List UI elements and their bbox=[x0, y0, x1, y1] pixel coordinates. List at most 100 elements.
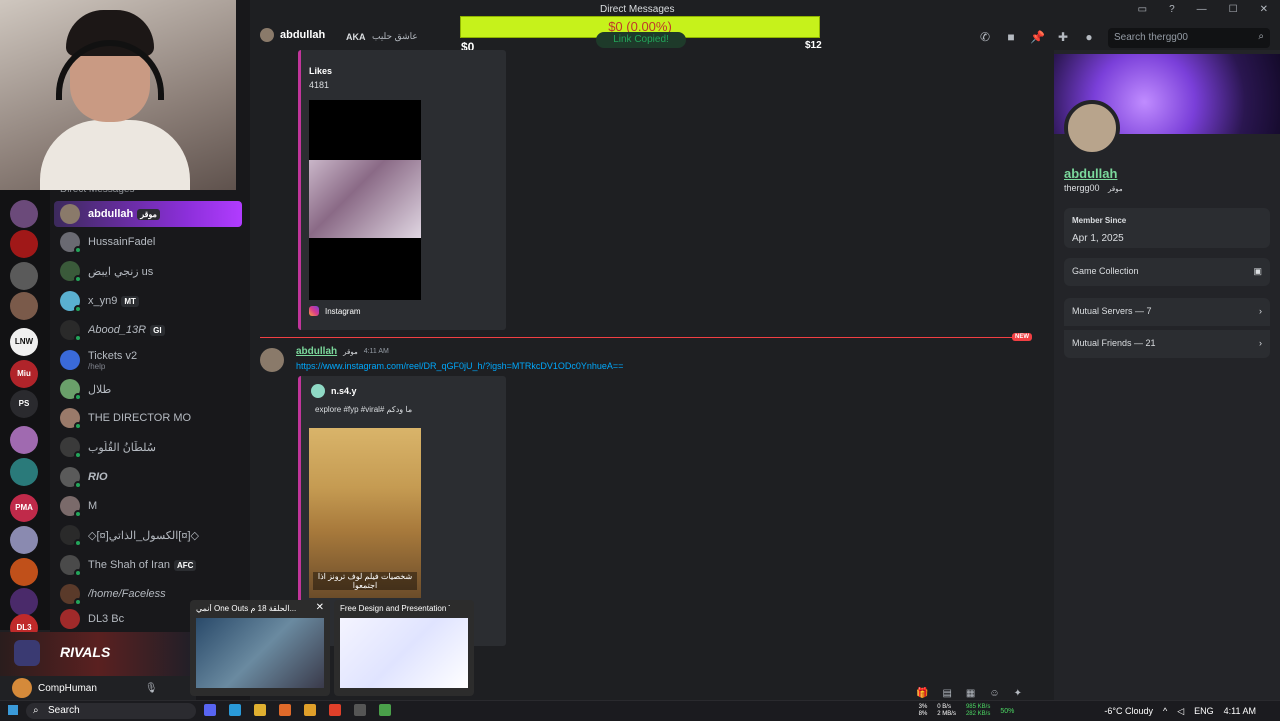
close-button[interactable]: ✕ bbox=[1260, 4, 1268, 20]
game-icon: ▣ bbox=[1253, 266, 1262, 276]
server-icon[interactable] bbox=[10, 558, 38, 586]
add-friends-icon[interactable]: ✚ bbox=[1056, 30, 1070, 44]
dm-item[interactable]: ◇[¤]الكسول_الذاتي[¤]◇ bbox=[54, 522, 242, 548]
brave-icon[interactable] bbox=[329, 704, 341, 716]
dm-item[interactable]: سُلطَانُ القُلُوب bbox=[54, 434, 242, 460]
minimize-button[interactable]: — bbox=[1197, 4, 1207, 20]
aka-name: عاشق حليب bbox=[372, 31, 418, 41]
app-icon[interactable] bbox=[354, 704, 366, 716]
clock[interactable]: 4:11 AM bbox=[1224, 706, 1256, 716]
dm-item[interactable]: M bbox=[54, 493, 242, 519]
avatar bbox=[60, 379, 82, 401]
pin-icon[interactable]: 📌 bbox=[1030, 30, 1045, 44]
firefox-icon[interactable] bbox=[279, 704, 291, 716]
discord-icon[interactable] bbox=[204, 704, 216, 716]
discord-app: Direct Messages ▭ ? — ☐ ✕ LNW Miu PS PMA… bbox=[0, 0, 1280, 700]
video-thumbnail[interactable] bbox=[309, 100, 421, 300]
taskbar-preview[interactable]: أنمي One Outs الحلقة 18 م... ✕ bbox=[190, 600, 330, 696]
avatar bbox=[60, 496, 82, 518]
game-collection-card[interactable]: Game Collection ▣ bbox=[1064, 258, 1270, 286]
message-time: 4:11 AM bbox=[363, 348, 389, 355]
avatar bbox=[60, 261, 82, 283]
dm-item[interactable]: RIO bbox=[54, 464, 242, 490]
server-icon[interactable]: LNW bbox=[10, 328, 38, 356]
webcam-overlay bbox=[0, 0, 236, 190]
video-thumbnail[interactable]: شخصيات فيلم لوف ترونز اذا اجتمعوا bbox=[309, 428, 421, 598]
mutual-friends-row[interactable]: Mutual Friends — 21 › bbox=[1064, 330, 1270, 358]
user-panel: CompHuman 🎙 bbox=[0, 676, 196, 700]
folder-icon[interactable] bbox=[254, 704, 266, 716]
mutual-servers-row[interactable]: Mutual Servers — 7 › bbox=[1064, 298, 1270, 326]
message-link[interactable]: https://www.instagram.com/reel/DR_qGF0jU… bbox=[296, 361, 623, 371]
dm-item[interactable]: طلال bbox=[54, 376, 242, 402]
windows-taskbar: ⌕ Search 3% 8% 0 B/s 2 MB/s 985 KB/s 282 KB/… bbox=[0, 700, 1280, 720]
maximize-button[interactable]: ☐ bbox=[1229, 4, 1238, 20]
microphone-icon[interactable]: 🎙 bbox=[145, 683, 158, 694]
help-icon[interactable]: ? bbox=[1169, 4, 1175, 20]
avatar bbox=[60, 525, 82, 547]
chevron-up-icon[interactable]: ^ bbox=[1163, 706, 1167, 716]
taskbar-search[interactable]: ⌕ Search bbox=[26, 703, 196, 719]
avatar[interactable] bbox=[260, 348, 284, 372]
member-since-card: Member Since Apr 1, 2025 bbox=[1064, 208, 1270, 248]
search-input[interactable]: Search thergg00 ⌕ bbox=[1108, 28, 1270, 48]
server-icon[interactable] bbox=[10, 588, 38, 616]
server-icon[interactable]: PS bbox=[10, 390, 38, 418]
avatar bbox=[60, 204, 80, 224]
sticker-icon[interactable]: ▦ bbox=[966, 688, 975, 699]
apps-icon[interactable]: ✦ bbox=[1014, 688, 1022, 699]
topbar-user[interactable]: abdullah bbox=[260, 28, 325, 42]
volume-icon[interactable]: ◁ bbox=[1177, 706, 1184, 717]
app-icon[interactable] bbox=[379, 704, 391, 716]
profile-toggle-icon[interactable]: ● bbox=[1082, 30, 1096, 44]
dm-item[interactable]: Abood_13R GI bbox=[54, 317, 242, 343]
gif-icon[interactable]: ▤ bbox=[942, 688, 951, 699]
new-badge: NEW bbox=[1012, 333, 1032, 341]
dm-item[interactable]: Tickets v2/help bbox=[54, 346, 242, 374]
server-icon[interactable] bbox=[10, 458, 38, 486]
avatar bbox=[60, 609, 80, 629]
close-icon[interactable]: ✕ bbox=[316, 602, 324, 613]
app-icon[interactable] bbox=[229, 704, 241, 716]
window-controls: ▭ ? — ☐ ✕ bbox=[1138, 0, 1280, 20]
dm-item[interactable]: abdullah موقر bbox=[54, 201, 242, 227]
activity-banner[interactable]: RIVALS bbox=[0, 632, 196, 676]
server-icon[interactable] bbox=[10, 230, 38, 258]
server-icon[interactable] bbox=[10, 292, 38, 320]
avatar bbox=[60, 437, 82, 459]
dm-item[interactable]: زنجي ايبض us bbox=[54, 258, 242, 284]
dm-item[interactable]: THE DIRECTOR MO bbox=[54, 405, 242, 431]
inbox-icon[interactable]: ▭ bbox=[1138, 4, 1147, 20]
emoji-icon[interactable]: ☺ bbox=[989, 688, 999, 699]
avatar bbox=[60, 555, 82, 577]
server-icon[interactable] bbox=[10, 262, 38, 290]
avatar bbox=[260, 28, 274, 42]
server-icon[interactable]: Miu bbox=[10, 360, 38, 388]
avatar bbox=[60, 467, 82, 489]
gift-icon[interactable]: 🎁 bbox=[916, 688, 928, 699]
dm-item[interactable]: x_yn9 MT bbox=[54, 288, 242, 314]
profile-name: abdullah bbox=[1064, 166, 1118, 181]
windows-start-icon[interactable] bbox=[8, 705, 18, 715]
server-icon[interactable] bbox=[10, 426, 38, 454]
language[interactable]: ENG bbox=[1194, 706, 1214, 716]
profile-avatar[interactable] bbox=[1064, 100, 1120, 156]
call-icon[interactable]: ✆ bbox=[978, 30, 992, 44]
new-messages-divider bbox=[260, 337, 1030, 338]
message-header: abdullah موقر 4:11 AM bbox=[296, 346, 389, 357]
server-icon[interactable] bbox=[10, 526, 38, 554]
dm-item[interactable]: The Shah of Iran AFC bbox=[54, 552, 242, 578]
message-author[interactable]: abdullah bbox=[296, 346, 337, 357]
weather[interactable]: -6°C Cloudy bbox=[1104, 706, 1153, 716]
taskbar-preview[interactable]: Free Design and Presentation T... bbox=[334, 600, 474, 696]
search-icon: ⌕ bbox=[33, 705, 39, 716]
avatar[interactable] bbox=[12, 678, 32, 698]
server-icon[interactable] bbox=[10, 200, 38, 228]
dm-item[interactable]: HussainFadel bbox=[54, 229, 242, 255]
avatar bbox=[60, 408, 82, 430]
video-icon[interactable]: ■ bbox=[1004, 30, 1018, 44]
link-copied-toast: Link Copied! bbox=[596, 32, 686, 48]
server-icon[interactable]: PMA bbox=[10, 494, 38, 522]
embed-provider[interactable]: Instagram bbox=[309, 306, 361, 316]
chrome-icon[interactable] bbox=[304, 704, 316, 716]
